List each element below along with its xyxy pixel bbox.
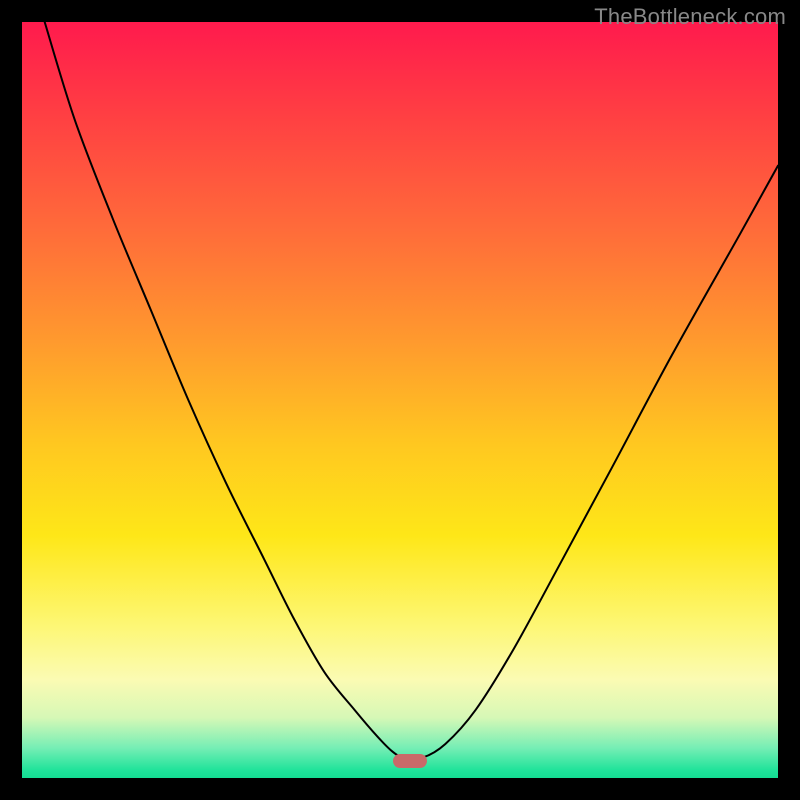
chart-frame: TheBottleneck.com — [0, 0, 800, 800]
plot-area — [22, 22, 778, 778]
curve-layer — [22, 22, 778, 778]
watermark-text: TheBottleneck.com — [594, 4, 786, 30]
best-match-marker — [393, 754, 427, 768]
bottleneck-curve — [45, 22, 778, 759]
